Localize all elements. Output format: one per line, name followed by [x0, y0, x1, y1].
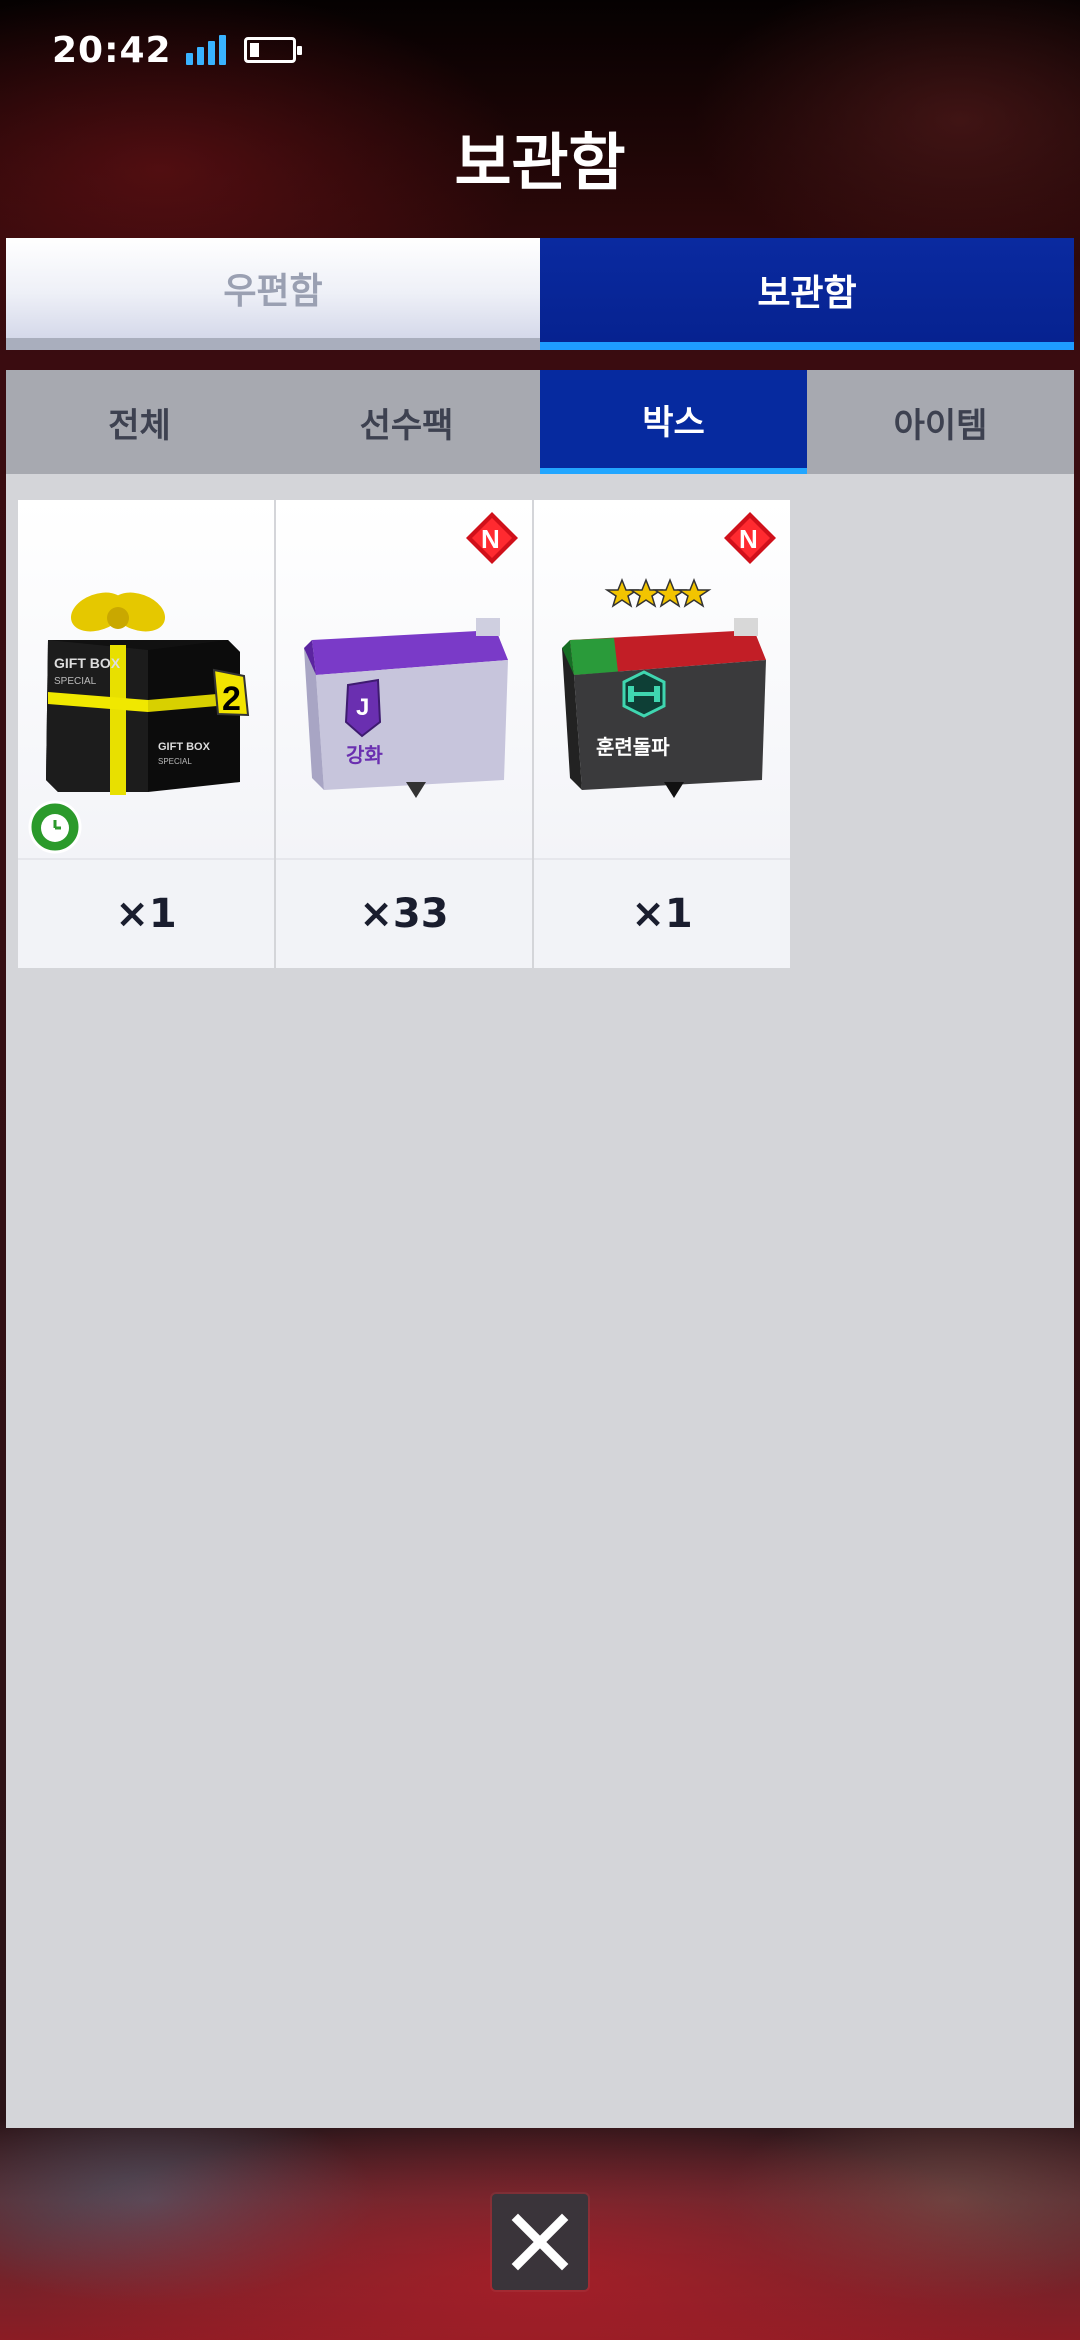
svg-text:J: J: [356, 694, 369, 721]
new-badge-label: N: [481, 524, 500, 554]
gift-tag-number: 2: [222, 680, 241, 718]
tab-box[interactable]: 박스: [540, 370, 807, 474]
clock-icon: [28, 800, 82, 854]
new-badge-icon: N: [466, 512, 518, 564]
chest-label: 훈련돌파: [596, 735, 670, 759]
battery-icon: [243, 37, 302, 63]
gift-box-text-front: GIFT BOX: [158, 741, 211, 753]
item-art: GIFT BOX SPECIAL GIFT BOX SPECIAL 2: [18, 500, 274, 858]
item-quantity: ×1: [18, 858, 274, 968]
gift-box-text: GIFT BOX: [54, 655, 121, 671]
item-quantity: ×33: [276, 858, 532, 968]
new-badge-label: N: [739, 524, 758, 554]
item-grid: GIFT BOX SPECIAL GIFT BOX SPECIAL 2 ×1 N…: [18, 500, 790, 968]
close-icon: [511, 2213, 569, 2271]
item-art: N 훈련돌파: [534, 500, 790, 858]
chest-label: 강화: [346, 743, 383, 767]
new-badge-icon: N: [724, 512, 776, 564]
main-tabs: 우편함 보관함: [6, 238, 1074, 350]
item-card-gift-box[interactable]: GIFT BOX SPECIAL GIFT BOX SPECIAL 2 ×1: [18, 500, 274, 968]
page-title: 보관함: [454, 126, 626, 199]
item-card-upgrade-box[interactable]: N J 강화 ×33: [276, 500, 532, 968]
item-quantity: ×1: [534, 858, 790, 968]
tab-player-pack[interactable]: 선수팩: [273, 370, 540, 474]
signal-icon: [185, 35, 226, 65]
status-bar: 20:42: [0, 0, 1080, 100]
close-button[interactable]: [492, 2194, 588, 2290]
tab-storage[interactable]: 보관함: [540, 238, 1074, 350]
star-rating: [604, 577, 712, 608]
item-art: N J 강화: [276, 500, 532, 858]
item-card-training-box[interactable]: N 훈련돌파 ×1: [534, 500, 790, 968]
gift-box-subtext-front: SPECIAL: [158, 757, 192, 766]
status-time: 20:42: [52, 29, 172, 71]
category-tabs: 전체 선수팩 박스 아이템: [6, 370, 1074, 474]
tab-all[interactable]: 전체: [6, 370, 273, 474]
storage-panel: 전체 선수팩 박스 아이템 GIFT BOX SPECIAL GIFT BOX …: [6, 370, 1074, 2128]
tab-item[interactable]: 아이템: [807, 370, 1074, 474]
tab-mailbox[interactable]: 우편함: [6, 238, 540, 350]
gift-box-subtext: SPECIAL: [54, 676, 97, 687]
